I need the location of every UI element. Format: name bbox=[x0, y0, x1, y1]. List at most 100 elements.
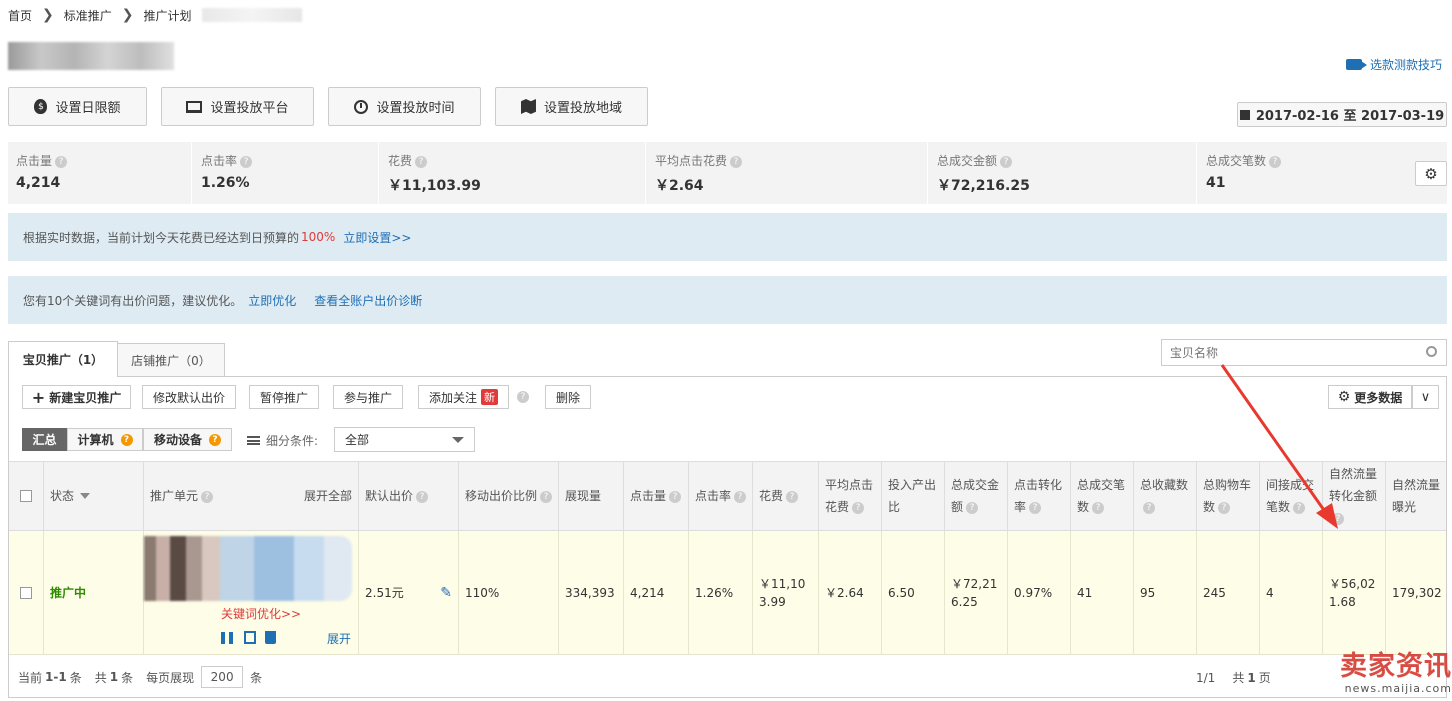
list-icon bbox=[247, 436, 260, 445]
total-orders-value: 41 bbox=[1077, 586, 1093, 600]
col-unit: 推广单元? 展开全部 bbox=[144, 462, 359, 530]
breadcrumb-home[interactable]: 首页 bbox=[8, 7, 32, 24]
region-button[interactable]: 设置投放地域 bbox=[495, 87, 648, 126]
settings-button[interactable]: ⚙ bbox=[1415, 161, 1447, 186]
stat-cost: 花费? ￥11,103.99 bbox=[380, 142, 646, 204]
indirect-orders-value: 4 bbox=[1266, 586, 1274, 600]
help-icon[interactable]: ? bbox=[120, 433, 133, 446]
help-icon[interactable]: ? bbox=[669, 490, 682, 503]
stat-total-gmv: 总成交金额? ￥72,216.25 bbox=[929, 142, 1197, 204]
status-badge: 推广中 bbox=[50, 586, 87, 600]
tips-link[interactable]: 选款测款技巧 bbox=[1346, 56, 1442, 73]
help-icon[interactable]: ? bbox=[734, 490, 747, 503]
delete-button[interactable]: 删除 bbox=[545, 385, 591, 409]
col-total-gmv[interactable]: 总成交金额? bbox=[945, 462, 1008, 530]
col-ctr[interactable]: 点击率? bbox=[689, 462, 753, 530]
tab-item-promotion[interactable]: 宝贝推广（1） bbox=[8, 341, 118, 377]
filter-mobile[interactable]: 移动设备 ? bbox=[143, 428, 232, 451]
help-icon[interactable]: ? bbox=[1029, 501, 1042, 514]
caret-down-icon bbox=[452, 436, 464, 443]
bid-diagnosis-link[interactable]: 查看全账户出价诊断 bbox=[314, 292, 422, 309]
help-icon[interactable]: ? bbox=[786, 490, 799, 503]
caret-down-icon bbox=[80, 493, 91, 499]
plus-icon: + bbox=[31, 387, 46, 407]
date-range-picker[interactable]: 2017-02-16 至 2017-03-19 bbox=[1237, 102, 1447, 127]
pause-promotion-button[interactable]: 暂停推广 bbox=[249, 385, 319, 409]
search-icon[interactable] bbox=[1426, 346, 1437, 357]
help-icon[interactable]: ? bbox=[416, 490, 429, 503]
set-now-link[interactable]: 立即设置>> bbox=[343, 229, 411, 246]
col-status[interactable]: 状态 bbox=[44, 462, 144, 530]
annotation-arrow bbox=[1220, 364, 1338, 529]
laptop-icon bbox=[186, 100, 203, 113]
edit-pencil-icon[interactable]: ✎ bbox=[440, 584, 452, 602]
watermark: 卖家资讯 news.maijia.com bbox=[1340, 651, 1452, 696]
help-icon[interactable]: ? bbox=[1092, 501, 1105, 514]
help-icon[interactable]: ? bbox=[517, 391, 529, 403]
more-data-dropdown[interactable]: ∨ bbox=[1412, 385, 1439, 409]
natural-gmv-value: ￥56,021.68 bbox=[1329, 577, 1376, 609]
help-icon[interactable]: ? bbox=[1000, 155, 1013, 168]
pagination-pages: 1/1 共 1 页 bbox=[1196, 670, 1271, 686]
daily-limit-button[interactable]: $ 设置日限额 bbox=[8, 87, 147, 126]
col-total-orders[interactable]: 总成交笔数? bbox=[1071, 462, 1134, 530]
col-natural-exposure[interactable]: 自然流量曝光 bbox=[1386, 462, 1446, 530]
detail-filter-label: 细分条件: bbox=[247, 432, 318, 449]
optimize-now-link[interactable]: 立即优化 bbox=[248, 292, 296, 309]
col-mobile-ratio[interactable]: 移动出价比例? bbox=[459, 462, 559, 530]
redacted-product-thumbnail bbox=[144, 536, 352, 601]
col-roi[interactable]: 投入产出比 bbox=[882, 462, 945, 530]
help-icon[interactable]: ? bbox=[540, 490, 553, 503]
video-icon bbox=[1346, 59, 1367, 70]
help-icon[interactable]: ? bbox=[852, 501, 865, 514]
ctr-value: 1.26% bbox=[695, 586, 734, 600]
pause-icon[interactable] bbox=[221, 632, 233, 644]
select-all-checkbox[interactable] bbox=[20, 490, 32, 502]
expand-all-link[interactable]: 展开全部 bbox=[304, 485, 352, 507]
col-cost[interactable]: 花费? bbox=[753, 462, 819, 530]
copy-icon[interactable] bbox=[244, 631, 256, 644]
col-clicks[interactable]: 点击量? bbox=[624, 462, 689, 530]
new-item-promotion-button[interactable]: + 新建宝贝推广 bbox=[22, 385, 131, 409]
total-gmv-value: ￥72,216.25 bbox=[951, 577, 998, 609]
join-promotion-button[interactable]: 参与推广 bbox=[333, 385, 403, 409]
keyword-optimize-link[interactable]: 关键词优化>> bbox=[221, 605, 301, 623]
filter-summary[interactable]: 汇总 bbox=[22, 428, 67, 451]
default-bid-value: 2.51元 bbox=[365, 586, 404, 600]
gear-icon: ⚙ bbox=[1424, 164, 1438, 183]
calendar-icon bbox=[1239, 109, 1250, 120]
help-icon[interactable]: ? bbox=[730, 155, 743, 168]
help-icon[interactable]: ? bbox=[415, 155, 428, 168]
budget-notice: 根据实时数据，当前计划今天花费已经达到日预算的 100% 立即设置>> bbox=[8, 213, 1447, 261]
col-conv-rate[interactable]: 点击转化率? bbox=[1008, 462, 1071, 530]
help-icon[interactable]: ? bbox=[966, 501, 979, 514]
help-icon[interactable]: ? bbox=[209, 433, 221, 446]
row-checkbox[interactable] bbox=[20, 587, 32, 599]
detail-filter-select[interactable]: 全部 bbox=[334, 427, 475, 452]
help-icon[interactable]: ? bbox=[240, 155, 253, 168]
redacted-page-title bbox=[8, 42, 174, 70]
filter-computer[interactable]: 计算机 ? bbox=[67, 428, 143, 451]
bid-notice: 您有10个关键词有出价问题，建议优化。 立即优化 查看全账户出价诊断 bbox=[8, 276, 1447, 324]
avg-cpc-value: ￥2.64 bbox=[825, 586, 864, 600]
chevron-right-icon: ❯ bbox=[121, 7, 134, 23]
add-follow-button[interactable]: 添加关注 新 bbox=[418, 385, 509, 409]
breadcrumb-standard[interactable]: 标准推广 bbox=[64, 7, 112, 24]
col-avg-cpc[interactable]: 平均点击花费? bbox=[819, 462, 882, 530]
col-default-bid[interactable]: 默认出价? bbox=[359, 462, 459, 530]
platform-button[interactable]: 设置投放平台 bbox=[161, 87, 314, 126]
time-button[interactable]: 设置投放时间 bbox=[328, 87, 481, 126]
breadcrumb-plan: 推广计划 bbox=[143, 8, 192, 23]
col-impressions[interactable]: 展现量 bbox=[559, 462, 624, 530]
trash-icon[interactable] bbox=[265, 631, 276, 644]
expand-link[interactable]: 展开 bbox=[327, 630, 351, 648]
per-page-input[interactable]: 200 bbox=[201, 666, 244, 688]
modify-default-bid-button[interactable]: 修改默认出价 bbox=[142, 385, 236, 409]
help-icon[interactable]: ? bbox=[1269, 155, 1282, 168]
col-favorites[interactable]: 总收藏数? bbox=[1134, 462, 1197, 530]
help-icon[interactable]: ? bbox=[1143, 501, 1155, 514]
help-icon[interactable]: ? bbox=[201, 490, 214, 503]
stat-ctr: 点击率? 1.26% bbox=[193, 142, 379, 204]
help-icon[interactable]: ? bbox=[55, 155, 68, 168]
tab-shop-promotion[interactable]: 店铺推广（0） bbox=[117, 343, 225, 376]
